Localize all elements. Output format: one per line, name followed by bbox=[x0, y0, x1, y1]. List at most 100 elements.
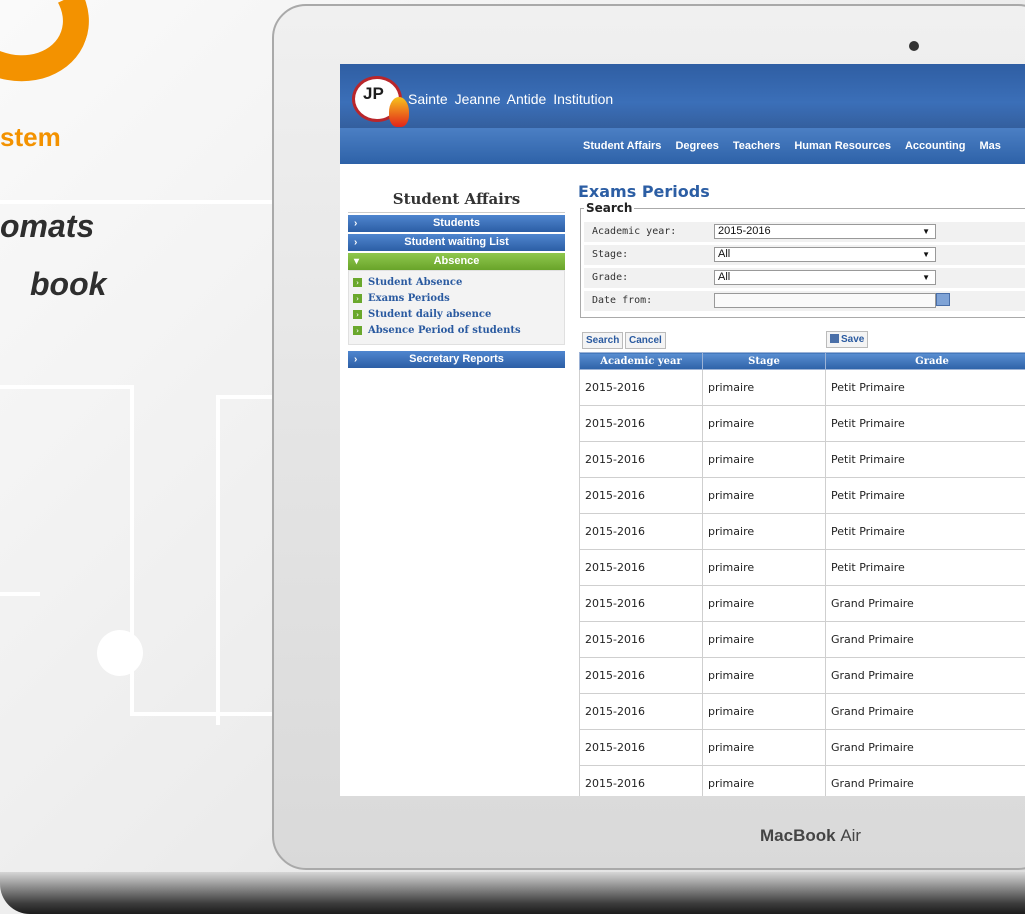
table-row[interactable]: 2015-2016 primaire Grand Primaire bbox=[579, 657, 1025, 694]
device-label: MacBook Air bbox=[760, 826, 861, 846]
sidebar-item-label: Absence Period of students bbox=[368, 324, 521, 336]
arrow-bullet-icon: › bbox=[353, 277, 362, 287]
tagline-line-1: omats bbox=[0, 208, 95, 244]
nav-human-resources[interactable]: Human Resources bbox=[787, 140, 898, 152]
dropdown-arrow-icon: ▼ bbox=[922, 273, 930, 282]
circuit-line bbox=[0, 385, 132, 389]
table-cell: primaire bbox=[702, 621, 826, 658]
chevron-right-icon: › bbox=[354, 218, 358, 229]
grade-label: Grade: bbox=[592, 272, 629, 283]
device-label-bold: MacBook bbox=[760, 826, 836, 845]
table-cell: primaire bbox=[702, 765, 826, 796]
chevron-down-icon: ▾ bbox=[354, 256, 360, 267]
brand-logo-icon bbox=[0, 0, 108, 102]
table-cell: 2015-2016 bbox=[579, 657, 703, 694]
nav-teachers[interactable]: Teachers bbox=[726, 140, 788, 152]
sidebar-group-label: Absence bbox=[433, 255, 480, 267]
table-header-row: Academic year Stage Grade bbox=[579, 352, 1025, 370]
academic-year-select[interactable]: 2015-2016 ▼ bbox=[714, 224, 936, 239]
table-cell: primaire bbox=[702, 549, 826, 586]
logo-text: JP bbox=[363, 84, 384, 103]
circuit-line bbox=[216, 395, 220, 725]
dropdown-arrow-icon: ▼ bbox=[922, 227, 930, 236]
sidebar-title: Student Affairs bbox=[348, 186, 565, 213]
table-row[interactable]: 2015-2016 primaire Grand Primaire bbox=[579, 693, 1025, 730]
table-cell: Grand Primaire bbox=[825, 693, 1025, 730]
table-row[interactable]: 2015-2016 primaire Petit Primaire bbox=[579, 513, 1025, 550]
table-cell: 2015-2016 bbox=[579, 585, 703, 622]
table-cell: 2015-2016 bbox=[579, 477, 703, 514]
table-row[interactable]: 2015-2016 primaire Petit Primaire bbox=[579, 369, 1025, 406]
app-screen: JP Sainte Jeanne Antide Institution Stud… bbox=[340, 64, 1025, 796]
sidebar-item-label: Student Absence bbox=[368, 276, 463, 288]
site-title: Sainte Jeanne Antide Institution bbox=[408, 91, 614, 107]
table-cell: Petit Primaire bbox=[825, 549, 1025, 586]
grade-select[interactable]: All ▼ bbox=[714, 270, 936, 285]
sidebar-group-waiting-list[interactable]: › Student waiting List bbox=[348, 234, 565, 251]
table-cell: 2015-2016 bbox=[579, 369, 703, 406]
academic-year-label: Academic year: bbox=[592, 226, 677, 237]
arrow-bullet-icon: › bbox=[353, 309, 362, 319]
grade-row: Grade: All ▼ bbox=[584, 268, 1025, 288]
sidebar-item-exams-periods[interactable]: › Exams Periods bbox=[349, 290, 564, 306]
column-header-grade[interactable]: Grade bbox=[825, 352, 1025, 370]
circuit-line bbox=[216, 395, 276, 399]
table-cell: primaire bbox=[702, 405, 826, 442]
table-row[interactable]: 2015-2016 primaire Petit Primaire bbox=[579, 549, 1025, 586]
column-header-stage[interactable]: Stage bbox=[702, 352, 826, 370]
column-header-academic-year[interactable]: Academic year bbox=[579, 352, 703, 370]
nav-more[interactable]: Mas bbox=[972, 140, 1007, 152]
table-cell: primaire bbox=[702, 513, 826, 550]
sidebar-item-label: Exams Periods bbox=[368, 292, 450, 304]
table-cell: 2015-2016 bbox=[579, 621, 703, 658]
table-cell: Petit Primaire bbox=[825, 513, 1025, 550]
table-cell: 2015-2016 bbox=[579, 549, 703, 586]
sidebar-group-absence[interactable]: ▾ Absence bbox=[348, 253, 565, 270]
table-cell: Petit Primaire bbox=[825, 405, 1025, 442]
nav-student-affairs[interactable]: Student Affairs bbox=[576, 140, 668, 152]
academic-year-row: Academic year: 2015-2016 ▼ bbox=[584, 222, 1025, 242]
table-body: 2015-2016 primaire Petit Primaire 2015-2016… bbox=[579, 369, 1025, 796]
stage-select[interactable]: All ▼ bbox=[714, 247, 936, 262]
tagline-line-2: book bbox=[30, 266, 107, 302]
table-row[interactable]: 2015-2016 primaire Petit Primaire bbox=[579, 441, 1025, 478]
table-cell: Petit Primaire bbox=[825, 369, 1025, 406]
search-button[interactable]: Search bbox=[582, 332, 624, 349]
table-row[interactable]: 2015-2016 primaire Grand Primaire bbox=[579, 729, 1025, 766]
table-cell: Petit Primaire bbox=[825, 477, 1025, 514]
cancel-button[interactable]: Cancel bbox=[625, 332, 666, 349]
table-cell: primaire bbox=[702, 729, 826, 766]
sidebar-group-label: Students bbox=[432, 217, 481, 229]
stage-label: Stage: bbox=[592, 249, 629, 260]
arrow-bullet-icon: › bbox=[353, 293, 362, 303]
table-cell: primaire bbox=[702, 585, 826, 622]
select-value: 2015-2016 bbox=[718, 225, 771, 237]
nav-degrees[interactable]: Degrees bbox=[668, 140, 725, 152]
camera-icon bbox=[909, 41, 919, 51]
table-cell: primaire bbox=[702, 441, 826, 478]
table-cell: Grand Primaire bbox=[825, 621, 1025, 658]
arrow-bullet-icon: › bbox=[353, 325, 362, 335]
table-cell: primaire bbox=[702, 693, 826, 730]
table-row[interactable]: 2015-2016 primaire Grand Primaire bbox=[579, 585, 1025, 622]
app-header: JP Sainte Jeanne Antide Institution bbox=[340, 64, 1025, 128]
sidebar-item-student-absence[interactable]: › Student Absence bbox=[349, 274, 564, 290]
table-row[interactable]: 2015-2016 primaire Petit Primaire bbox=[579, 477, 1025, 514]
institution-logo[interactable]: JP bbox=[352, 76, 409, 127]
sidebar-group-students[interactable]: › Students bbox=[348, 215, 565, 232]
save-button-label: Save bbox=[841, 334, 865, 345]
sidebar-item-absence-period[interactable]: › Absence Period of students bbox=[349, 322, 564, 338]
laptop-base bbox=[0, 872, 1025, 914]
exams-periods-table: Academic year Stage Grade 2015-2016 prima… bbox=[579, 352, 1025, 796]
date-from-input[interactable] bbox=[714, 293, 936, 308]
sidebar-group-secretary-reports[interactable]: › Secretary Reports bbox=[348, 351, 565, 368]
table-row[interactable]: 2015-2016 primaire Grand Primaire bbox=[579, 621, 1025, 658]
sidebar-item-daily-absence[interactable]: › Student daily absence bbox=[349, 306, 564, 322]
table-row[interactable]: 2015-2016 primaire Petit Primaire bbox=[579, 405, 1025, 442]
table-row[interactable]: 2015-2016 primaire Grand Primaire bbox=[579, 765, 1025, 796]
nav-accounting[interactable]: Accounting bbox=[898, 140, 973, 152]
save-button[interactable]: Save bbox=[826, 331, 869, 348]
date-from-row: Date from: bbox=[584, 291, 1025, 311]
calendar-icon[interactable] bbox=[936, 293, 950, 306]
table-cell: primaire bbox=[702, 369, 826, 406]
